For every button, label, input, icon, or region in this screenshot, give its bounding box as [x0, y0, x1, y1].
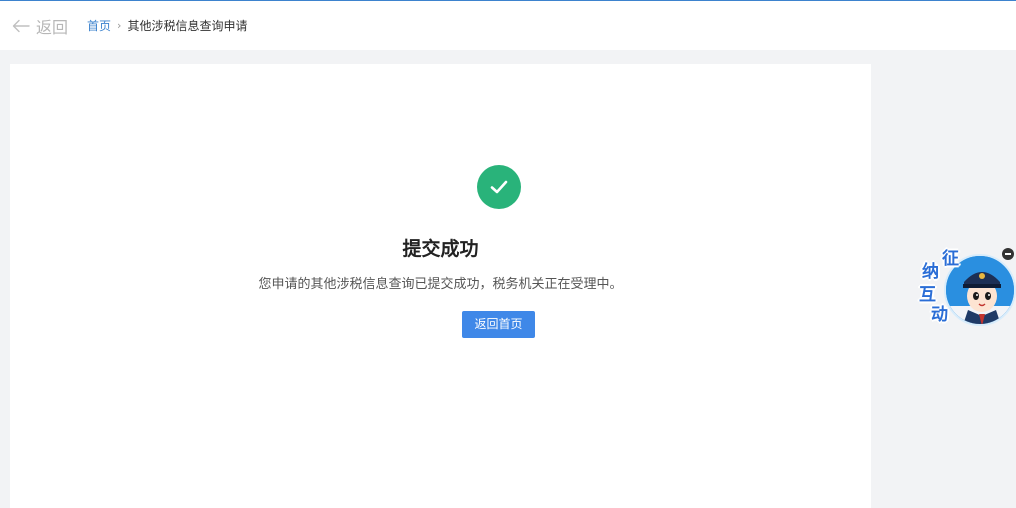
assistant-char-4: 动: [931, 305, 948, 325]
breadcrumb-home-link[interactable]: 首页: [87, 17, 111, 34]
arrow-left-icon: [12, 19, 30, 33]
assistant-char-1: 征: [942, 249, 959, 269]
back-button[interactable]: 返回: [12, 14, 68, 38]
return-home-button[interactable]: 返回首页: [462, 311, 535, 338]
back-label: 返回: [36, 17, 69, 37]
breadcrumb: 首页 › 其他涉税信息查询申请: [87, 17, 247, 34]
assistant-char-2: 纳: [922, 262, 939, 282]
result-title: 提交成功: [402, 238, 479, 260]
minus-circle-icon[interactable]: [1002, 248, 1014, 260]
check-circle-icon: [477, 165, 521, 209]
page-header: 返回 首页 › 其他涉税信息查询申请: [0, 1, 1016, 50]
assistant-widget[interactable]: 征 纳 互 动: [914, 242, 1016, 332]
breadcrumb-current: 其他涉税信息查询申请: [127, 19, 248, 33]
result-description: 您申请的其他涉税信息查询已提交成功，税务机关正在受理中。: [258, 277, 623, 292]
result-card: 提交成功 您申请的其他涉税信息查询已提交成功，税务机关正在受理中。 返回首页: [10, 64, 871, 508]
breadcrumb-separator: ›: [117, 19, 122, 32]
